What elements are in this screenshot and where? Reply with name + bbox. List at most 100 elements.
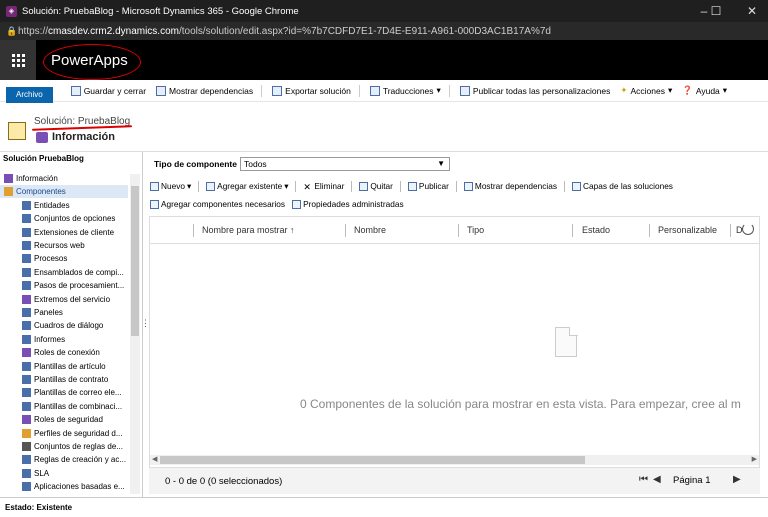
mailmerge-template-icon — [22, 401, 31, 411]
column-header[interactable]: Personalizable — [658, 225, 717, 235]
grid-header: Nombre para mostrar ↑ Nombre Tipo Estado Per… — [150, 217, 759, 244]
toolbar-divider — [295, 180, 297, 192]
security-profile-icon — [22, 428, 31, 438]
sidebar-item[interactable]: Perfiles de seguridad d... — [0, 427, 128, 440]
section-title: Información — [52, 131, 115, 143]
sidebar-item[interactable]: Información — [0, 172, 128, 185]
sidebar-item[interactable]: Pasos de procesamient... — [0, 279, 128, 292]
component-type-value: Todos — [244, 159, 267, 169]
toolbar-label: Capas de las soluciones — [583, 181, 673, 191]
dependencies-icon — [156, 85, 167, 96]
actions-button[interactable]: ✦ Acciones ▾ — [620, 85, 672, 96]
next-page-icon[interactable]: ▶ — [733, 474, 741, 485]
brand-name[interactable]: PowerApps — [43, 43, 141, 80]
optionset-icon — [22, 214, 31, 224]
publish-icon — [407, 181, 417, 191]
sidebar-scrollbar-thumb[interactable] — [131, 186, 139, 336]
add-existing-button[interactable]: Agregar existente ▾ — [206, 181, 288, 191]
sidebar-item[interactable]: Extensiones de cliente — [0, 226, 128, 239]
column-header[interactable]: Estado — [582, 225, 610, 235]
save-close-button[interactable]: Guardar y cerrar — [70, 85, 146, 96]
sidebar-item[interactable]: Reglas de creación y ac... — [0, 453, 128, 466]
translations-button[interactable]: Traducciones ▾ — [369, 85, 441, 96]
sidebar-item[interactable]: Entidades — [0, 199, 128, 212]
sidebar-item[interactable]: Extremos del servicio — [0, 293, 128, 306]
entity-icon — [22, 200, 31, 210]
dependencies-button[interactable]: Mostrar dependencias — [463, 181, 557, 191]
ruleset-icon — [22, 442, 31, 451]
scroll-left-icon[interactable]: ◀ — [152, 455, 157, 463]
refresh-icon[interactable] — [742, 223, 754, 235]
sidebar-item[interactable]: Cuadros de diálogo — [0, 319, 128, 332]
sidebar-item[interactable]: Roles de seguridad — [0, 413, 128, 426]
sidebar-item[interactable]: Conjuntos de reglas de... — [0, 440, 128, 453]
sidebar-item[interactable]: SLA — [0, 467, 128, 480]
column-divider[interactable] — [572, 224, 573, 237]
help-icon: ❓ — [682, 85, 693, 95]
managed-properties-button[interactable]: Propiedades administradas — [292, 199, 404, 209]
scroll-right-icon[interactable]: ▶ — [752, 455, 757, 463]
column-divider[interactable] — [730, 224, 731, 237]
first-page-icon[interactable]: ⏮ — [639, 474, 648, 485]
window-titlebar: ◈ Solución: PruebaBlog - Microsoft Dynam… — [0, 0, 768, 22]
connection-icon — [22, 348, 31, 358]
extension-icon — [22, 227, 31, 237]
grid-horizontal-scrollbar[interactable]: ◀ ▶ — [150, 455, 759, 465]
file-tab[interactable]: Archivo — [6, 86, 53, 103]
sidebar-item[interactable]: Plantillas de combinaci... — [0, 400, 128, 413]
grid-scrollbar-thumb[interactable] — [160, 456, 585, 464]
sidebar-item[interactable]: Procesos — [0, 252, 128, 265]
show-dependencies-button[interactable]: Mostrar dependencias — [156, 85, 253, 96]
sidebar-item[interactable]: Componentes — [0, 185, 128, 199]
help-button[interactable]: ❓ Ayuda ▾ — [682, 85, 727, 96]
sla-icon — [22, 468, 31, 478]
chevron-down-icon: ▾ — [436, 85, 441, 95]
sidebar-item-label: Recursos web — [34, 241, 85, 250]
sidebar-item-label: Pasos de procesamient... — [34, 281, 125, 291]
column-header[interactable]: Nombre para mostrar ↑ — [202, 225, 295, 235]
export-solution-button[interactable]: Exportar solución — [272, 85, 351, 96]
sidebar-item[interactable]: Plantillas de artículo — [0, 360, 128, 373]
previous-page-icon[interactable]: ◀ — [653, 474, 661, 485]
publish-all-button[interactable]: Publicar todas las personalizaciones — [459, 85, 610, 96]
new-button[interactable]: Nuevo ▾ — [150, 181, 191, 191]
waffle-icon — [11, 53, 25, 67]
sidebar-item[interactable]: Informes — [0, 333, 128, 346]
sidebar-item[interactable]: Conjuntos de opciones — [0, 212, 128, 225]
help-label: Ayuda — [695, 85, 720, 96]
sidebar-item[interactable]: Recursos web — [0, 239, 128, 252]
publish-button[interactable]: Publicar — [407, 181, 449, 191]
sidebar-item[interactable]: Roles de conexión — [0, 346, 128, 359]
app-header: PowerApps — [0, 40, 768, 80]
maximize-icon[interactable]: ☐ — [702, 0, 730, 22]
assembly-icon — [22, 267, 31, 277]
toolbar-divider — [351, 180, 353, 192]
security-role-icon — [22, 415, 31, 425]
component-type-select[interactable]: Todos ▼ — [240, 157, 450, 171]
layers-button[interactable]: Capas de las soluciones — [572, 181, 673, 191]
remove-button[interactable]: Quitar — [359, 181, 393, 191]
ribbon-divider — [358, 84, 360, 97]
column-divider[interactable] — [345, 224, 346, 237]
address-bar[interactable]: 🔒 https:// cmasdev.crm2.dynamics.com /to… — [0, 22, 768, 40]
column-header[interactable]: D — [736, 225, 743, 235]
dependencies-icon — [463, 181, 473, 191]
close-icon[interactable]: ✕ — [738, 0, 766, 22]
delete-button[interactable]: ✕ Eliminar — [303, 181, 344, 192]
sidebar-item[interactable]: Paneles — [0, 306, 128, 319]
column-divider[interactable] — [193, 224, 194, 237]
column-divider[interactable] — [458, 224, 459, 237]
sidebar-item[interactable]: Ensamblados de compi... — [0, 266, 128, 279]
article-template-icon — [22, 361, 31, 371]
sidebar-item-label: Reglas de creación y ac... — [34, 455, 127, 465]
app-launcher-button[interactable] — [0, 40, 36, 80]
sidebar-item[interactable]: Plantillas de contrato — [0, 373, 128, 386]
sidebar-item[interactable]: Aplicaciones basadas e... — [0, 480, 128, 493]
add-required-button[interactable]: Agregar componentes necesarios — [150, 199, 285, 209]
url-host: cmasdev.crm2.dynamics.com — [48, 25, 179, 37]
sidebar-item[interactable]: Plantillas de correo ele... — [0, 386, 128, 399]
column-divider[interactable] — [649, 224, 650, 237]
column-header[interactable]: Nombre — [354, 225, 386, 235]
column-header[interactable]: Tipo — [467, 225, 484, 235]
sidebar-item-label: Roles de seguridad — [34, 415, 103, 425]
